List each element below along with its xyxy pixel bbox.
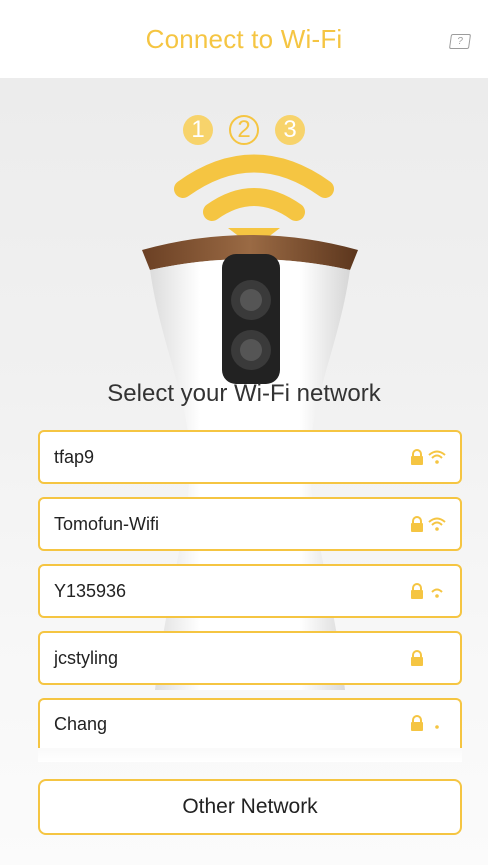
network-name: Chang	[54, 713, 108, 734]
select-network-prompt: Select your Wi-Fi network	[107, 380, 381, 407]
wifi-signal-full-icon	[428, 517, 446, 531]
lock-icon	[411, 715, 423, 731]
wifi-signal-full-icon	[428, 450, 446, 464]
lock-icon	[411, 650, 423, 666]
network-status	[410, 516, 446, 532]
network-item[interactable]: Y135936	[38, 564, 462, 618]
network-status	[410, 715, 446, 731]
network-item[interactable]: jcstyling	[38, 631, 462, 685]
network-item[interactable]: Tomofun-Wifi	[38, 497, 462, 551]
lock-icon	[411, 583, 423, 599]
network-item[interactable]: tfap9	[38, 430, 462, 484]
list-fade	[38, 748, 462, 762]
network-status	[410, 449, 446, 465]
network-item[interactable]: Chang	[38, 698, 462, 748]
wifi-signal-weak-icon	[435, 725, 439, 729]
other-network-button[interactable]: Other Network	[38, 779, 462, 835]
network-status	[410, 650, 446, 666]
wifi-signal-medium-icon	[431, 588, 443, 598]
lock-icon	[411, 449, 423, 465]
network-name: tfap9	[54, 446, 95, 467]
network-name: Y135936	[54, 580, 127, 601]
network-name: Tomofun-Wifi	[54, 513, 160, 534]
network-status	[410, 583, 446, 599]
network-name: jcstyling	[54, 647, 119, 668]
lock-icon	[411, 516, 423, 532]
